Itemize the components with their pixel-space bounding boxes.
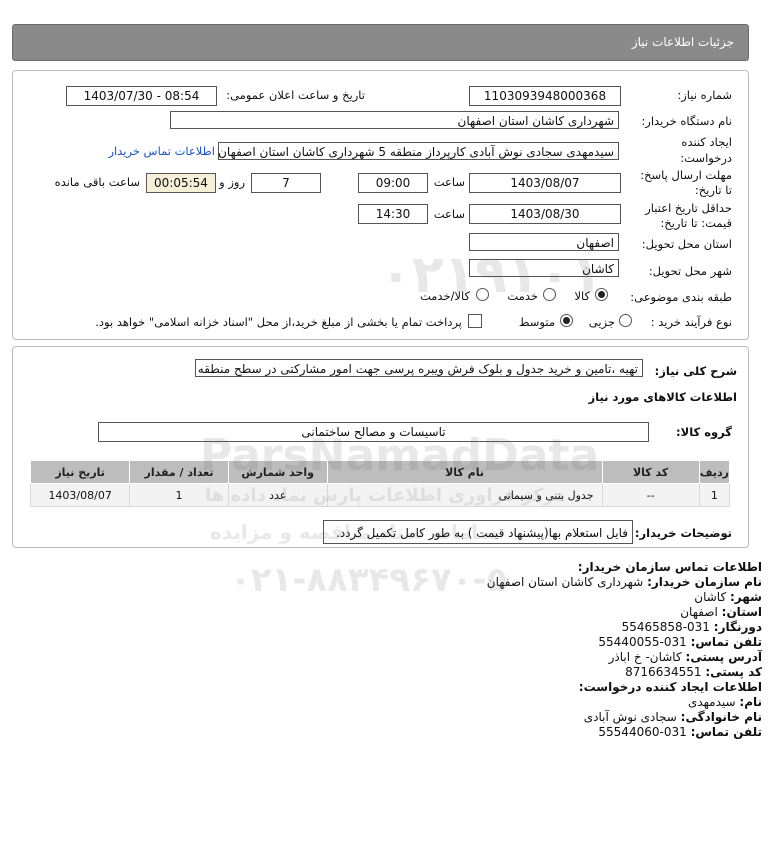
contact-province-value: اصفهان bbox=[680, 605, 718, 619]
creator-last-name-label: نام خانوادگی: bbox=[680, 710, 762, 724]
page-header: جزئیات اطلاعات نیاز bbox=[12, 24, 749, 61]
contact-fax-label: دورنگار: bbox=[713, 620, 762, 634]
contact-postal-label: کد پستی: bbox=[705, 665, 762, 679]
contact-city-line: شهر: کاشان bbox=[694, 590, 762, 604]
buyer-org-field: شهرداری کاشان استان اصفهان bbox=[170, 111, 619, 129]
category-goods-radio[interactable] bbox=[595, 288, 608, 301]
category-goods-service-label: کالا/خدمت bbox=[419, 289, 470, 303]
category-service-radio[interactable] bbox=[543, 288, 556, 301]
category-goods-service-radio[interactable] bbox=[476, 288, 489, 301]
buyer-org-label: نام دستگاه خریدار: bbox=[641, 114, 732, 128]
process-medium-label: متوسط bbox=[518, 315, 555, 329]
process-label: نوع فرآیند خرید : bbox=[650, 315, 732, 329]
col-need-date: تاریخ نیاز bbox=[29, 460, 131, 484]
contact-city-value: کاشان bbox=[694, 590, 727, 604]
contact-province-label: استان: bbox=[721, 605, 762, 619]
contact-phone-line: تلفن تماس: 031-55440055 bbox=[598, 635, 762, 649]
col-goods-code: کد کالا bbox=[601, 460, 700, 484]
goods-code-cell: -- bbox=[601, 483, 700, 507]
contact-org-value: شهرداری کاشان استان اصفهان bbox=[486, 575, 644, 589]
deadline-date-field: 1403/08/07 bbox=[469, 173, 621, 193]
goods-info-title: اطلاعات کالاهای مورد نیاز bbox=[588, 390, 737, 404]
creator-info-title: اطلاعات ایجاد کننده درخواست: bbox=[578, 680, 762, 694]
contact-title: اطلاعات تماس سازمان خریدار: bbox=[577, 560, 762, 574]
creator-last-name-line: نام خانوادگی: سجادی نوش آبادی bbox=[584, 710, 762, 724]
unit-cell: عدد bbox=[227, 483, 328, 507]
col-quantity: تعداد / مقدار bbox=[129, 460, 229, 484]
city-field: کاشان bbox=[469, 259, 619, 277]
validity-time-label: ساعت bbox=[433, 207, 465, 221]
deadline-label-line2: تا تاریخ: bbox=[694, 183, 732, 197]
creator-field: سیدمهدی سجادی نوش آبادی کارپرداز منطقه 5… bbox=[218, 142, 619, 160]
deadline-label-line1: مهلت ارسال پاسخ: bbox=[640, 168, 732, 182]
category-service-label: خدمت bbox=[507, 289, 538, 303]
need-number-field: 1103093948000368 bbox=[469, 86, 621, 106]
contact-org-line: نام سازمان خریدار: شهرداری کاشان استان ا… bbox=[487, 575, 762, 589]
remaining-label: ساعت باقی مانده bbox=[54, 175, 140, 189]
validity-date-field: 1403/08/30 bbox=[469, 204, 621, 224]
buyer-contact-link[interactable]: اطلاعات تماس خریدار bbox=[108, 144, 215, 158]
summary-field: تهیه ،تامین و خرید جدول و بلوک فرش ویبره… bbox=[195, 359, 643, 377]
validity-label-line2: قیمت: تا تاریخ: bbox=[660, 216, 732, 230]
contact-fax-line: دورنگار: 031-55465858 bbox=[622, 620, 762, 634]
validity-label-line1: حداقل تاریخ اعتبار bbox=[645, 201, 732, 215]
contact-address-label: آدرس پستی: bbox=[685, 650, 762, 664]
province-label: استان محل تحویل: bbox=[641, 237, 732, 251]
creator-first-name-line: نام: سیدمهدی bbox=[688, 695, 762, 709]
contact-org-label: نام سازمان خریدار: bbox=[647, 575, 762, 589]
contact-postal-value: 8716634551 bbox=[625, 665, 702, 679]
deadline-time-field: 09:00 bbox=[358, 173, 428, 193]
process-minor-label: جزیی bbox=[588, 315, 615, 329]
contact-phone-value: 031-55440055 bbox=[598, 635, 687, 649]
table-row: 1 -- جدول بتنی و سیمانی عدد 1 1403/08/07 bbox=[29, 483, 731, 507]
category-label: طبقه بندی موضوعی: bbox=[630, 290, 732, 304]
creator-phone-line: تلفن تماس: 031-55544060 bbox=[598, 725, 762, 739]
deadline-time-label: ساعت bbox=[433, 175, 465, 189]
contact-fax-value: 031-55465858 bbox=[621, 620, 710, 634]
creator-label-line1: ایجاد کننده bbox=[681, 135, 732, 149]
payment-note: پرداخت تمام یا بخشی از مبلغ خرید،از محل … bbox=[95, 315, 462, 329]
goods-table: ردیف کد کالا نام کالا واحد شمارش تعداد /… bbox=[29, 460, 731, 507]
contact-address-line: آدرس پستی: کاشان- خ اباذر bbox=[609, 650, 762, 664]
need-date-cell: 1403/08/07 bbox=[29, 483, 131, 507]
col-unit: واحد شمارش bbox=[227, 460, 328, 484]
creator-last-name-value: سجادی نوش آبادی bbox=[583, 710, 677, 724]
creator-first-name-value: سیدمهدی bbox=[687, 695, 736, 709]
row-number-cell: 1 bbox=[698, 483, 731, 507]
contact-province-line: استان: اصفهان bbox=[680, 605, 762, 619]
creator-phone-label: تلفن تماس: bbox=[690, 725, 762, 739]
col-goods-name: نام کالا bbox=[326, 460, 603, 484]
goods-group-field: تاسیسات و مصالح ساختمانی bbox=[98, 422, 649, 442]
contact-city-label: شهر: bbox=[730, 590, 762, 604]
contact-section: اطلاعات تماس سازمان خریدار: نام سازمان خ… bbox=[0, 560, 770, 740]
contact-phone-label: تلفن تماس: bbox=[690, 635, 762, 649]
province-field: اصفهان bbox=[469, 233, 619, 251]
process-minor-radio[interactable] bbox=[619, 314, 632, 327]
contact-address-value: کاشان- خ اباذر bbox=[608, 650, 682, 664]
announce-field: 1403/07/30 - 08:54 bbox=[66, 86, 217, 106]
goods-group-label: گروه کالا: bbox=[676, 425, 732, 439]
summary-label: شرح کلی نیاز: bbox=[654, 364, 737, 378]
remaining-time-field: 00:05:54 bbox=[146, 173, 216, 193]
buyer-notes-field: فایل استعلام بها(پیشنهاد قیمت ) به طور ک… bbox=[323, 520, 633, 544]
contact-postal-line: کد پستی: 8716634551 bbox=[625, 665, 762, 679]
buyer-notes-label: توضیحات خریدار: bbox=[634, 526, 732, 540]
page-title: جزئیات اطلاعات نیاز bbox=[631, 35, 734, 49]
treasury-payment-checkbox[interactable] bbox=[468, 314, 482, 328]
validity-time-field: 14:30 bbox=[358, 204, 428, 224]
goods-table-header: ردیف کد کالا نام کالا واحد شمارش تعداد /… bbox=[29, 460, 731, 484]
col-row-number: ردیف bbox=[698, 460, 731, 484]
days-field: 7 bbox=[251, 173, 321, 193]
creator-phone-value: 031-55544060 bbox=[598, 725, 687, 739]
creator-first-name-label: نام: bbox=[739, 695, 762, 709]
announce-label: تاریخ و ساعت اعلان عمومی: bbox=[226, 88, 365, 102]
creator-label-line2: درخواست: bbox=[680, 151, 732, 165]
goods-name-cell: جدول بتنی و سیمانی bbox=[326, 483, 603, 507]
city-label: شهر محل تحویل: bbox=[648, 264, 732, 278]
need-number-label: شماره نیاز: bbox=[677, 88, 732, 102]
days-label: روز و bbox=[219, 175, 245, 189]
category-goods-label: کالا bbox=[574, 289, 590, 303]
quantity-cell: 1 bbox=[129, 483, 229, 507]
process-medium-radio[interactable] bbox=[560, 314, 573, 327]
